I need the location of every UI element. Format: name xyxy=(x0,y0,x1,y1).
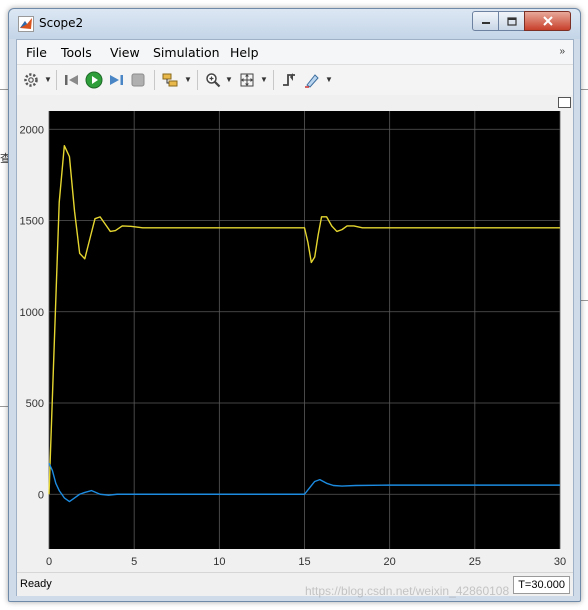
y-tick-label: 500 xyxy=(26,398,44,410)
x-tick-label: 20 xyxy=(384,556,396,568)
menu-simulation[interactable]: Simulation xyxy=(153,45,220,60)
minimize-icon xyxy=(481,22,490,24)
signal-select-icon xyxy=(162,73,178,87)
x-tick-label: 30 xyxy=(554,556,566,568)
highlight-icon xyxy=(305,74,319,88)
sim-time-display: T=30.000 xyxy=(513,576,570,594)
close-button[interactable] xyxy=(524,11,571,31)
plot-panel: 0 5 10 15 20 25 30 0 500 1000 1500 2000 xyxy=(17,95,573,571)
autoscale-icon xyxy=(240,73,254,87)
minimize-button[interactable] xyxy=(472,11,499,31)
status-text: Ready xyxy=(20,578,52,590)
chevron-down-icon[interactable]: ▼ xyxy=(44,75,52,84)
stop-button[interactable] xyxy=(128,70,148,90)
y-tick-label: 1000 xyxy=(20,307,44,319)
zoom-button[interactable] xyxy=(203,70,223,90)
y-tick-label: 2000 xyxy=(20,124,44,136)
x-tick-label: 0 xyxy=(46,556,52,568)
scope-plot[interactable]: 0 5 10 15 20 25 30 0 500 1000 1500 2000 xyxy=(17,95,573,571)
chevron-down-icon[interactable]: ▼ xyxy=(260,75,268,84)
signal-select-button[interactable] xyxy=(160,70,180,90)
window-title: Scope2 xyxy=(39,16,84,30)
run-button[interactable] xyxy=(84,70,104,90)
toolbar-separator xyxy=(56,70,57,90)
maximize-button[interactable] xyxy=(498,11,525,31)
chevron-down-icon[interactable]: ▼ xyxy=(225,75,233,84)
x-tick-label: 15 xyxy=(298,556,310,568)
y-tick-label: 0 xyxy=(38,489,44,501)
undock-icon[interactable] xyxy=(558,97,571,108)
chevron-double-right-icon[interactable]: » xyxy=(559,46,565,57)
trigger-button[interactable] xyxy=(279,70,299,90)
menu-help[interactable]: Help xyxy=(230,45,259,60)
step-forward-icon xyxy=(110,75,123,85)
chevron-down-icon[interactable]: ▼ xyxy=(184,75,192,84)
run-icon xyxy=(85,71,103,89)
toolbar-separator xyxy=(273,70,274,90)
toolbar: ▼ ▼ ▼ ▼ ▼ xyxy=(17,64,573,96)
watermark: https://blog.csdn.net/weixin_42860108 xyxy=(305,584,510,598)
highlight-button[interactable] xyxy=(302,70,322,90)
x-tick-label: 10 xyxy=(213,556,225,568)
menu-tools[interactable]: Tools xyxy=(61,45,92,60)
autoscale-button[interactable] xyxy=(237,70,257,90)
step-forward-button[interactable] xyxy=(106,70,126,90)
maximize-icon xyxy=(506,16,517,26)
chevron-down-icon[interactable]: ▼ xyxy=(325,75,333,84)
zoom-icon xyxy=(206,73,221,88)
stop-icon xyxy=(131,73,145,87)
close-icon xyxy=(542,16,553,26)
toolbar-separator xyxy=(154,70,155,90)
step-back-icon xyxy=(65,75,78,85)
matlab-icon xyxy=(18,16,34,32)
menu-bar: File Tools View Simulation Help » xyxy=(17,40,573,64)
menu-file[interactable]: File xyxy=(26,45,47,60)
step-back-button[interactable] xyxy=(62,70,82,90)
scope-client-area: File Tools View Simulation Help » ▼ ▼ ▼ … xyxy=(16,39,574,596)
x-tick-label: 5 xyxy=(131,556,137,568)
menu-view[interactable]: View xyxy=(110,45,140,60)
background-line xyxy=(0,406,8,407)
x-tick-label: 25 xyxy=(469,556,481,568)
title-bar[interactable]: Scope2 xyxy=(9,9,580,39)
toolbar-separator xyxy=(197,70,198,90)
y-tick-label: 1500 xyxy=(20,216,44,228)
gear-icon xyxy=(24,73,38,87)
trigger-icon xyxy=(283,73,295,86)
scope-window: Scope2 File Tools View Simulation Help » xyxy=(8,8,581,602)
settings-button[interactable] xyxy=(21,70,41,90)
